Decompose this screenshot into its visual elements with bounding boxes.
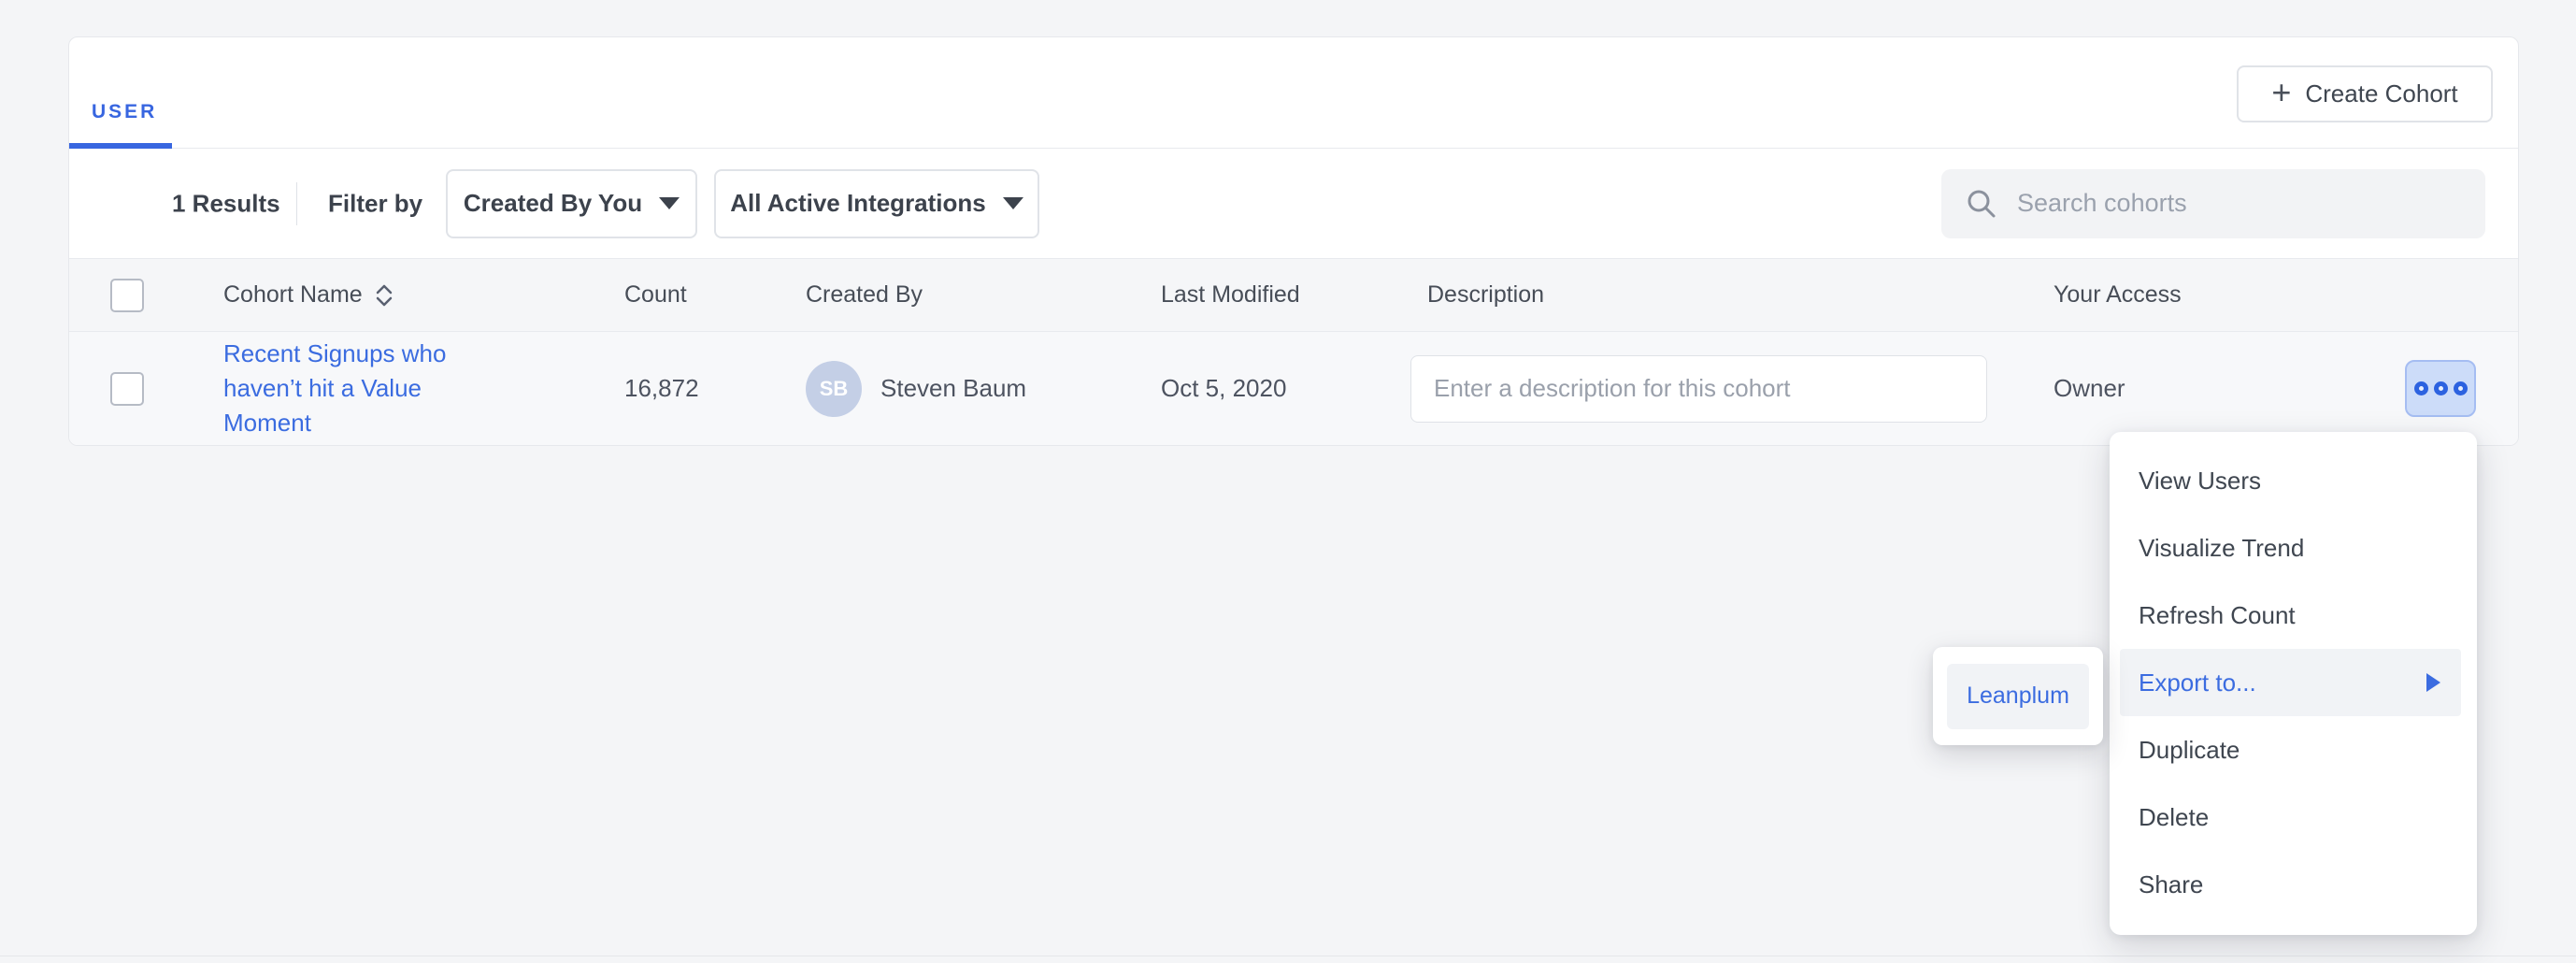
- select-all-checkbox[interactable]: [110, 279, 144, 312]
- dot-icon: [2454, 381, 2468, 395]
- cohort-name-link[interactable]: Recent Signups who haven’t hit a Value M…: [223, 337, 471, 440]
- avatar: SB: [806, 361, 862, 417]
- export-to-label: Export to...: [2139, 668, 2256, 697]
- menu-item-share[interactable]: Share: [2110, 851, 2477, 918]
- chevron-down-icon: [659, 197, 680, 209]
- sort-icon[interactable]: [374, 282, 394, 309]
- results-count: 1 Results: [172, 189, 280, 218]
- menu-item-delete[interactable]: Delete: [2110, 783, 2477, 851]
- menu-item-refresh-count[interactable]: Refresh Count: [2110, 582, 2477, 649]
- created-by-filter-label: Created By You: [464, 189, 642, 218]
- menu-item-export-to[interactable]: Export to...: [2120, 649, 2461, 716]
- header-created-by: Created By: [806, 281, 1161, 309]
- submenu-arrow-icon: [2426, 673, 2440, 692]
- header-your-access: Your Access: [2054, 281, 2394, 309]
- header-cohort-name[interactable]: Cohort Name: [223, 281, 363, 309]
- integrations-filter-label: All Active Integrations: [730, 189, 986, 218]
- row-checkbox[interactable]: [110, 372, 144, 406]
- plus-icon: +: [2271, 76, 2291, 109]
- create-cohort-label: Create Cohort: [2305, 79, 2457, 108]
- chevron-down-icon: [1003, 197, 1023, 209]
- menu-item-view-users[interactable]: View Users: [2110, 447, 2477, 514]
- created-by-name: Steven Baum: [880, 374, 1026, 403]
- header-count: Count: [624, 281, 806, 309]
- header-description: Description: [1410, 281, 2054, 309]
- search-icon: [1965, 187, 1998, 221]
- table-header-row: Cohort Name Count Created By Last Modifi…: [69, 259, 2518, 332]
- tab-bar: USER + Create Cohort: [69, 37, 2518, 149]
- created-by-filter-dropdown[interactable]: Created By You: [446, 169, 697, 238]
- create-cohort-button[interactable]: + Create Cohort: [2237, 65, 2493, 122]
- description-input[interactable]: [1410, 355, 1987, 423]
- search-cohorts-box: [1941, 169, 2485, 238]
- menu-item-duplicate[interactable]: Duplicate: [2110, 716, 2477, 783]
- menu-item-visualize-trend[interactable]: Visualize Trend: [2110, 514, 2477, 582]
- cohort-count: 16,872: [624, 374, 806, 403]
- row-actions-menu: View Users Visualize Trend Refresh Count…: [2110, 432, 2477, 935]
- tab-user[interactable]: USER: [92, 101, 157, 123]
- last-modified-date: Oct 5, 2020: [1161, 374, 1410, 403]
- integrations-filter-dropdown[interactable]: All Active Integrations: [714, 169, 1039, 238]
- filter-bar: 1 Results Filter by Created By You All A…: [69, 149, 2518, 259]
- export-submenu: Leanplum: [1933, 647, 2103, 745]
- table-row: Recent Signups who haven’t hit a Value M…: [69, 332, 2518, 445]
- cohorts-panel: USER + Create Cohort 1 Results Filter by…: [68, 36, 2519, 446]
- header-last-modified: Last Modified: [1161, 281, 1410, 309]
- row-actions-button[interactable]: [2405, 360, 2476, 417]
- vertical-divider: [296, 182, 297, 225]
- search-input[interactable]: [2017, 189, 2466, 218]
- dot-icon: [2414, 381, 2428, 395]
- dot-icon: [2434, 381, 2448, 395]
- submenu-item-leanplum[interactable]: Leanplum: [1947, 664, 2089, 729]
- filter-by-label: Filter by: [328, 189, 422, 218]
- access-value: Owner: [2054, 374, 2394, 403]
